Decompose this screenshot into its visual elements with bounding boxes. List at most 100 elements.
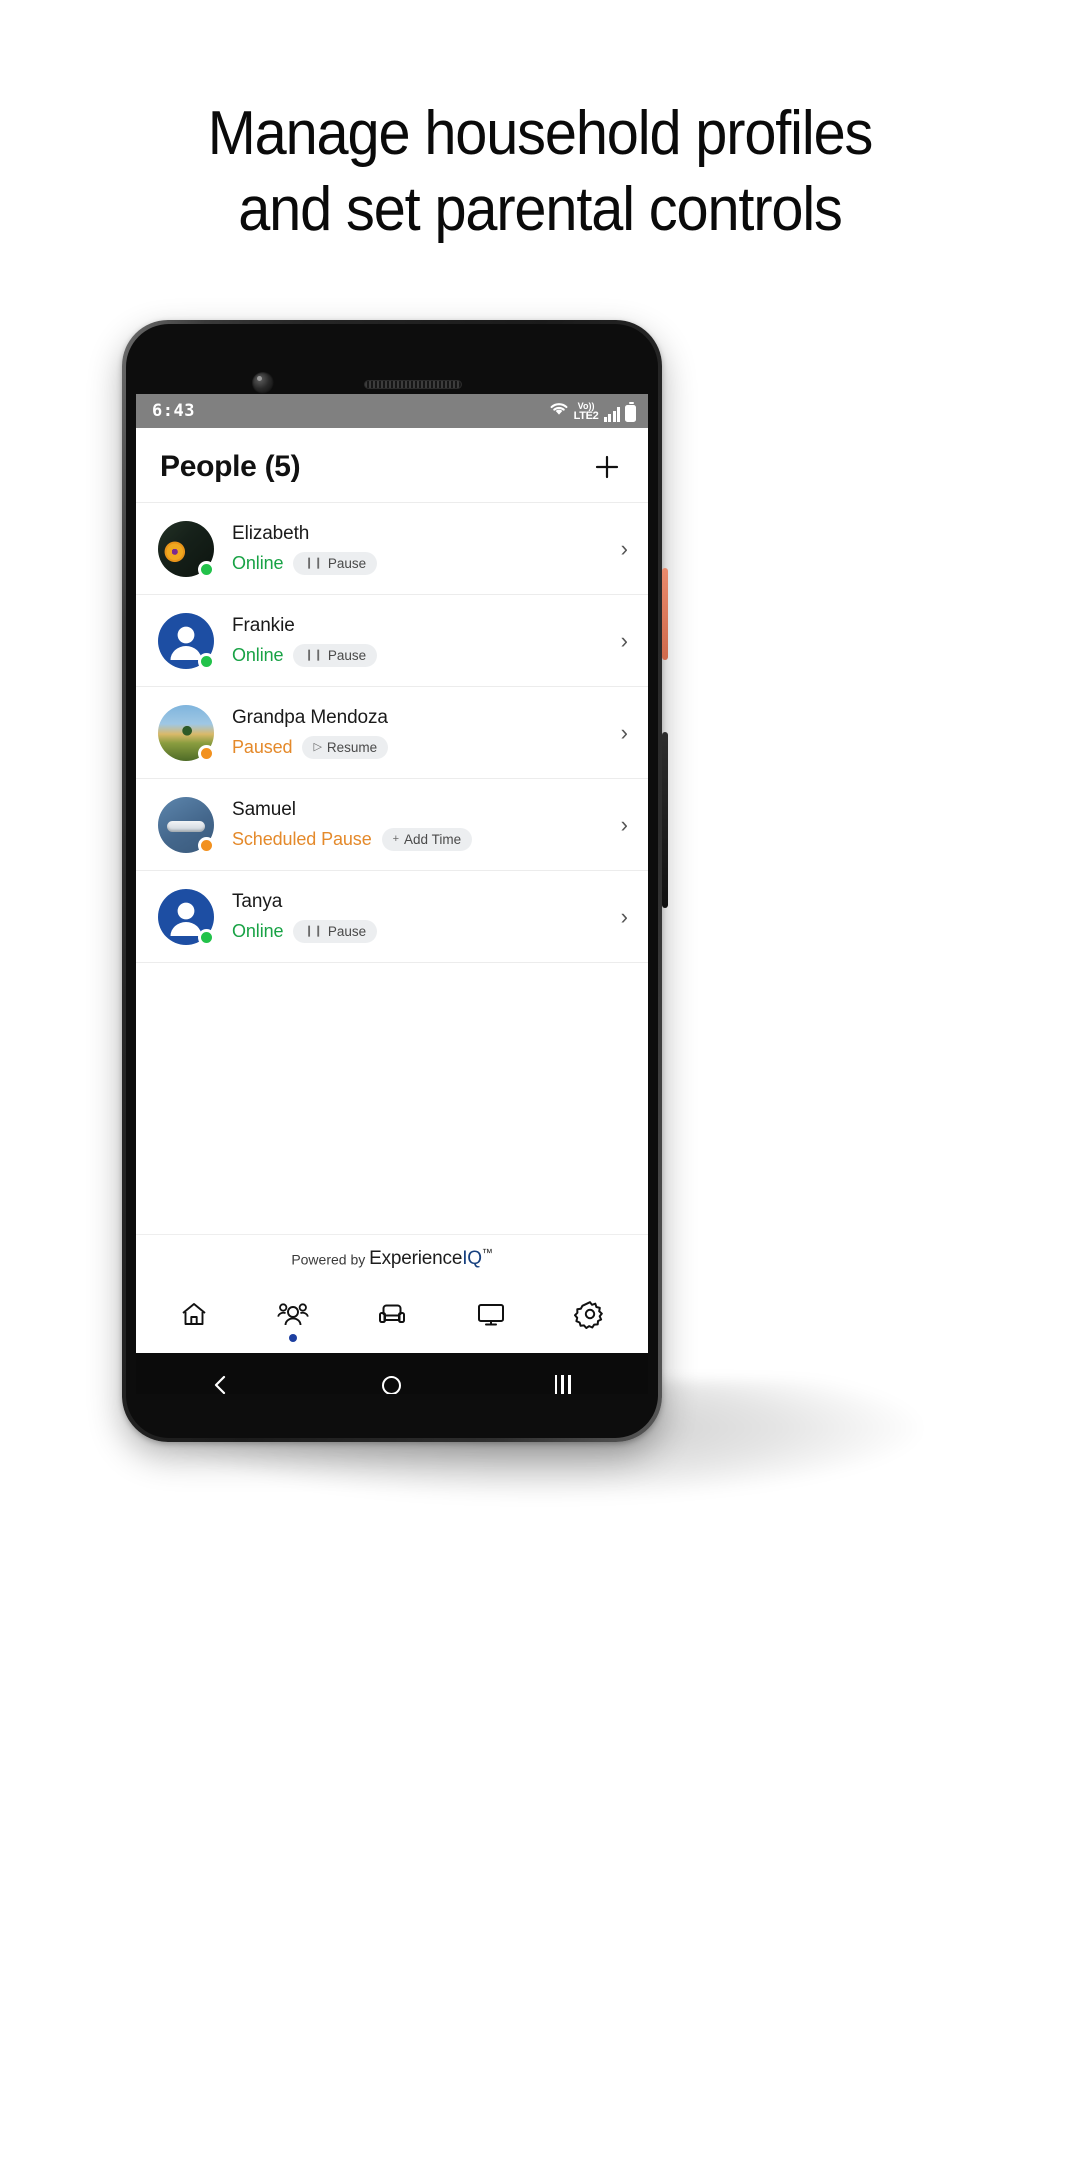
- android-recents-button[interactable]: [518, 1353, 608, 1394]
- signal-strength-icon: [603, 406, 620, 422]
- app-header: People (5): [136, 428, 648, 502]
- chevron-right-icon[interactable]: ›: [621, 904, 628, 930]
- add-person-button[interactable]: [590, 450, 624, 484]
- chip-label: Pause: [327, 647, 367, 663]
- table-row[interactable]: Elizabeth Online ❙❙ Pause ›: [136, 502, 648, 594]
- table-row[interactable]: Frankie Online ❙❙ Pause ›: [136, 594, 648, 686]
- avatar: [158, 612, 215, 670]
- play-icon: ▷: [313, 740, 322, 753]
- nav-item-places[interactable]: [356, 1279, 428, 1353]
- phone-bezel: 6:43 Vo)) LTE2 People (5) Elizabeth Onli…: [126, 324, 658, 1438]
- front-camera-icon: [252, 372, 274, 394]
- page-title: Manage household profiles and set parent…: [38, 96, 1042, 248]
- chevron-right-icon[interactable]: ›: [621, 628, 628, 654]
- headline-line-2: and set parental controls: [238, 175, 843, 244]
- avatar: [158, 520, 215, 578]
- list-empty-space: [136, 962, 648, 1234]
- table-row[interactable]: Samuel Scheduled Pause + Add Time ›: [136, 778, 648, 870]
- android-back-button[interactable]: [176, 1353, 266, 1394]
- earpiece-speaker-icon: [364, 380, 462, 389]
- table-row[interactable]: Grandpa Mendoza Paused ▷ Resume ›: [136, 686, 648, 778]
- phone-mockup: 6:43 Vo)) LTE2 People (5) Elizabeth Onli…: [122, 320, 668, 1442]
- person-status-row: Online ❙❙ Pause: [232, 919, 611, 943]
- powered-by-footer: Powered by ExperienceIQ™: [136, 1234, 648, 1280]
- chevron-right-icon[interactable]: ›: [621, 720, 628, 746]
- pause-icon: ❙❙: [304, 556, 323, 569]
- status-badge: [198, 560, 215, 578]
- person-info: Grandpa Mendoza Paused ▷ Resume: [232, 707, 611, 759]
- phone-top-bezel: [136, 334, 648, 394]
- status-badge: [198, 744, 215, 762]
- battery-icon: [625, 401, 636, 422]
- person-status-text: Paused: [232, 736, 293, 757]
- person-status-text: Online: [232, 552, 284, 573]
- pause-chip-button[interactable]: ❙❙ Pause: [293, 919, 378, 943]
- promo-screenshot: Manage household profiles and set parent…: [0, 0, 1080, 2160]
- status-badge: [198, 652, 215, 670]
- chevron-right-icon[interactable]: ›: [621, 812, 628, 838]
- powered-by-label: Powered by: [291, 1251, 370, 1268]
- person-info: Frankie Online ❙❙ Pause: [232, 615, 611, 667]
- status-bar-icons: Vo)) LTE2: [549, 401, 636, 422]
- person-info: Elizabeth Online ❙❙ Pause: [232, 523, 611, 575]
- resume-chip-button[interactable]: ▷ Resume: [302, 735, 389, 759]
- android-home-icon: [382, 1375, 402, 1394]
- person-status-row: Online ❙❙ Pause: [232, 551, 611, 575]
- bottom-navigation: [136, 1279, 648, 1354]
- chip-label: Pause: [327, 923, 367, 939]
- person-name: Grandpa Mendoza: [232, 706, 388, 728]
- pause-chip-button[interactable]: ❙❙ Pause: [293, 643, 378, 667]
- trademark-symbol: ™: [481, 1248, 493, 1260]
- person-status-row: Paused ▷ Resume: [232, 735, 611, 759]
- person-status-row: Online ❙❙ Pause: [232, 643, 611, 667]
- volte-bottom-label: LTE2: [573, 409, 599, 422]
- wifi-icon: [549, 401, 569, 422]
- nav-item-home[interactable]: [158, 1279, 230, 1353]
- brand-name: ExperienceIQ™: [369, 1248, 493, 1269]
- chip-label: Resume: [326, 739, 378, 755]
- avatar: [158, 796, 215, 854]
- power-button[interactable]: [662, 568, 668, 660]
- home-icon: [179, 1299, 209, 1334]
- table-row[interactable]: Tanya Online ❙❙ Pause ›: [136, 870, 648, 962]
- gear-icon: [574, 1299, 606, 1334]
- people-list: Elizabeth Online ❙❙ Pause › Frankie Onli…: [136, 502, 648, 962]
- people-header-title: People (5): [160, 450, 301, 483]
- person-name: Tanya: [232, 890, 283, 912]
- person-name: Elizabeth: [232, 522, 310, 544]
- volume-button[interactable]: [662, 732, 668, 908]
- chip-label: Pause: [327, 555, 367, 571]
- pause-chip-button[interactable]: ❙❙ Pause: [293, 551, 378, 575]
- person-name: Samuel: [232, 798, 296, 820]
- person-status-text: Scheduled Pause: [232, 828, 372, 849]
- add-time-chip-button[interactable]: + Add Time: [381, 827, 473, 851]
- android-navigation-bar: [136, 1353, 648, 1394]
- monitor-icon: [475, 1299, 507, 1334]
- person-status-row: Scheduled Pause + Add Time: [232, 827, 611, 851]
- status-badge: [198, 836, 215, 854]
- nav-item-devices[interactable]: [455, 1279, 527, 1353]
- android-recents-icon: [554, 1375, 571, 1394]
- phone-screen: 6:43 Vo)) LTE2 People (5) Elizabeth Onli…: [136, 394, 648, 1394]
- brand-iq-text: IQ: [462, 1248, 482, 1270]
- person-status-text: Online: [232, 920, 284, 941]
- active-tab-indicator: [288, 1334, 297, 1343]
- status-bar: 6:43 Vo)) LTE2: [136, 394, 648, 428]
- nav-item-people[interactable]: [257, 1279, 329, 1353]
- pause-icon: ❙❙: [304, 648, 323, 661]
- pause-icon: ❙❙: [304, 924, 323, 937]
- people-icon: [277, 1299, 309, 1334]
- android-home-button[interactable]: [347, 1353, 437, 1394]
- nav-item-settings[interactable]: [554, 1279, 626, 1353]
- status-bar-clock: 6:43: [152, 401, 195, 421]
- chip-label: Add Time: [404, 831, 462, 847]
- status-badge: [198, 928, 215, 946]
- person-name: Frankie: [232, 614, 295, 636]
- person-status-text: Online: [232, 644, 284, 665]
- brand-experience-text: Experience: [369, 1248, 463, 1270]
- chevron-right-icon[interactable]: ›: [621, 536, 628, 562]
- avatar: [158, 888, 215, 946]
- plus-icon: +: [392, 832, 400, 845]
- person-info: Tanya Online ❙❙ Pause: [232, 891, 611, 943]
- sofa-icon: [376, 1299, 408, 1334]
